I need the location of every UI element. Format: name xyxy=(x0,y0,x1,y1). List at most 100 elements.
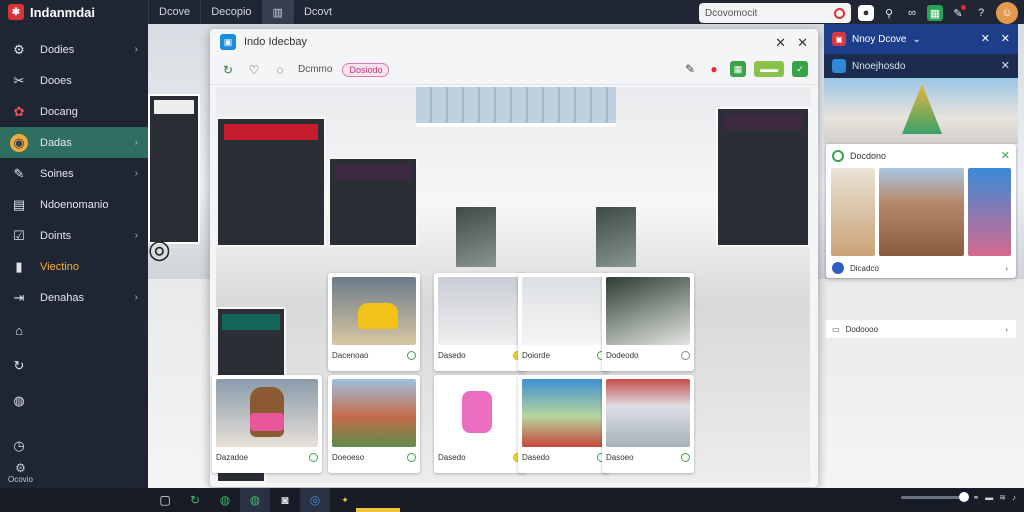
sidebar-item-doints[interactable]: ☑ Doints › xyxy=(0,220,148,251)
chevron-right-icon: › xyxy=(134,292,138,303)
top-nav-item-decopio[interactable]: Decopio xyxy=(200,0,261,24)
check-icon[interactable]: ✓ xyxy=(792,61,808,77)
product-card[interactable]: Dazadoe xyxy=(212,375,322,473)
side-thumb[interactable] xyxy=(831,168,875,256)
sidebar-footer[interactable]: ⚙ Ocovio xyxy=(8,461,33,484)
product-card[interactable]: Dasedo xyxy=(518,375,610,473)
status-icon[interactable] xyxy=(309,453,318,462)
volume-slider[interactable] xyxy=(900,492,969,502)
top-nav-item-dcovt[interactable]: Dcovt xyxy=(292,0,342,24)
top-bar: ✱ Indanmdai Dcove Decopio ▥ Dcovt Dcovom… xyxy=(0,0,1024,24)
chat-icon[interactable]: ◍ xyxy=(210,488,240,512)
history-icon: ◷ xyxy=(13,437,25,453)
pin-icon[interactable]: ● xyxy=(706,61,722,77)
globe-icon: ◍ xyxy=(13,392,25,408)
status-icon[interactable] xyxy=(681,453,690,462)
window-icon[interactable]: ▢ xyxy=(150,488,180,512)
sidebar-item-ndoenomanio[interactable]: ▤ Ndoenomanio xyxy=(0,189,148,220)
product-card[interactable]: Doiorde xyxy=(518,273,610,371)
minimize-icon[interactable]: ✕ xyxy=(981,32,990,45)
notification-icon[interactable]: ✎ xyxy=(950,5,966,21)
chevron-right-icon: › xyxy=(134,137,138,148)
product-caption-text: Dodeodo xyxy=(606,351,639,360)
sidebar-item-dooes[interactable]: ✂ Dooes xyxy=(0,65,148,96)
product-card[interactable]: Dacenoao xyxy=(328,273,420,371)
sidebar-item-dadas[interactable]: ◉ Dadas › xyxy=(0,127,148,158)
side-card-title: Docdono xyxy=(850,151,887,161)
checkbox-icon: ☑ xyxy=(13,227,25,243)
product-card[interactable]: Dasoeo xyxy=(602,375,694,473)
user-avatar[interactable]: ☺ xyxy=(996,2,1018,24)
sidebar-refresh-button[interactable]: ↻ xyxy=(0,348,148,383)
browser-icon[interactable]: ◎ xyxy=(300,488,330,512)
toolbar-label[interactable]: Dcmmo xyxy=(298,64,332,75)
close-icon[interactable]: ✕ xyxy=(797,35,808,51)
grid-icon[interactable]: ▦ xyxy=(730,61,746,77)
side-panel-row[interactable]: ▭ Dodoooo › xyxy=(826,320,1016,338)
sidebar-item-viectino[interactable]: ▮ Viectino xyxy=(0,251,148,282)
product-caption-text: Dasedo xyxy=(438,453,466,462)
pen-icon: ✎ xyxy=(13,165,25,181)
sidebar-home-button[interactable]: ⌂ xyxy=(0,313,148,348)
minimize-icon[interactable]: ✕ xyxy=(775,35,786,51)
product-card[interactable]: Dasedo xyxy=(434,375,526,473)
close-icon[interactable]: ✕ xyxy=(1001,59,1010,72)
sidebar-globe-button[interactable]: ◍ xyxy=(0,383,148,418)
product-thumb xyxy=(522,277,606,345)
sidebar-item-label: Dodies xyxy=(40,43,75,56)
pin-icon[interactable]: ⚲ xyxy=(881,5,897,21)
grid-app-icon[interactable]: ▦ xyxy=(927,5,943,21)
side-card-footer[interactable]: Dicadco › xyxy=(826,256,1016,280)
edit-icon[interactable]: ✎ xyxy=(682,61,698,77)
product-card[interactable]: Dasedo xyxy=(434,273,526,371)
toolbar-pill-button[interactable]: Dosiodo xyxy=(342,62,390,77)
taskbar: ▢ ↻ ◍ ◍ ◙ ◎ ✦ ⚭ ▬ ≋ ♪ xyxy=(0,488,1024,512)
refresh-icon[interactable]: ↻ xyxy=(180,488,210,512)
sidebar-item-dodies[interactable]: ⚙ Dodies › xyxy=(0,34,148,65)
battery-icon[interactable]: ▬ xyxy=(985,493,993,502)
search-placeholder: Dcovomocit xyxy=(705,7,758,19)
product-card[interactable]: Doeoeso xyxy=(328,375,420,473)
close-icon[interactable]: ✕ xyxy=(1001,32,1010,45)
side-thumb[interactable] xyxy=(967,168,1012,256)
network-icon[interactable]: ⚭ xyxy=(973,493,980,502)
escalator-left xyxy=(456,207,496,267)
record-icon[interactable] xyxy=(834,7,845,19)
sidebar-item-docang[interactable]: ✿ Docang xyxy=(0,96,148,127)
status-icon[interactable] xyxy=(407,453,416,462)
side-row-label: Dodoooo xyxy=(845,324,879,334)
chat-active-icon[interactable]: ◍ xyxy=(240,488,270,512)
product-caption: Dazadoe xyxy=(216,453,318,462)
close-icon[interactable]: ✕ xyxy=(1001,149,1010,162)
product-caption-text: Dasedo xyxy=(522,453,550,462)
product-card[interactable]: Dodeodo xyxy=(602,273,694,371)
app-brand[interactable]: ✱ Indanmdai xyxy=(0,0,148,24)
link-icon[interactable]: ∞ xyxy=(904,5,920,21)
product-caption-text: Dacenoao xyxy=(332,351,369,360)
wifi-icon[interactable]: ≋ xyxy=(999,493,1006,502)
speaker-icon[interactable]: ♪ xyxy=(1012,493,1016,502)
top-nav-layout-icon[interactable]: ▥ xyxy=(261,0,293,24)
side-panel-card[interactable]: Docdono ✕ Dicadco › xyxy=(826,144,1016,278)
monitor-icon: ▤ xyxy=(12,196,26,212)
refresh-icon[interactable]: ↻ xyxy=(220,62,236,78)
help-icon[interactable]: ? xyxy=(973,5,989,21)
volume-slider-knob[interactable] xyxy=(958,492,969,502)
camera-icon[interactable]: ◙ xyxy=(270,488,300,512)
status-icon[interactable] xyxy=(681,351,690,360)
home-icon: ⌂ xyxy=(15,323,23,338)
search-input[interactable]: Dcovomocit xyxy=(699,3,851,23)
tag-icon[interactable]: ◌ xyxy=(272,62,288,78)
sidebar-history-button[interactable]: ◷ xyxy=(0,428,148,463)
chevron-down-icon[interactable]: ⌄ xyxy=(912,34,920,45)
sidebar-item-soines[interactable]: ✎ Soines › xyxy=(0,158,148,189)
heart-icon[interactable]: ♡ xyxy=(246,62,262,78)
profile-circle-icon[interactable]: ● xyxy=(858,5,874,21)
top-nav-item-dcove[interactable]: Dcove xyxy=(148,0,200,24)
sidebar-item-denahas[interactable]: ⇥ Denahas › xyxy=(0,282,148,313)
action-button[interactable]: ▬▬ xyxy=(754,61,784,77)
top-nav: Dcove Decopio ▥ Dcovt xyxy=(148,0,342,24)
product-thumb xyxy=(332,277,416,345)
status-icon[interactable] xyxy=(407,351,416,360)
side-thumb[interactable] xyxy=(878,168,964,256)
